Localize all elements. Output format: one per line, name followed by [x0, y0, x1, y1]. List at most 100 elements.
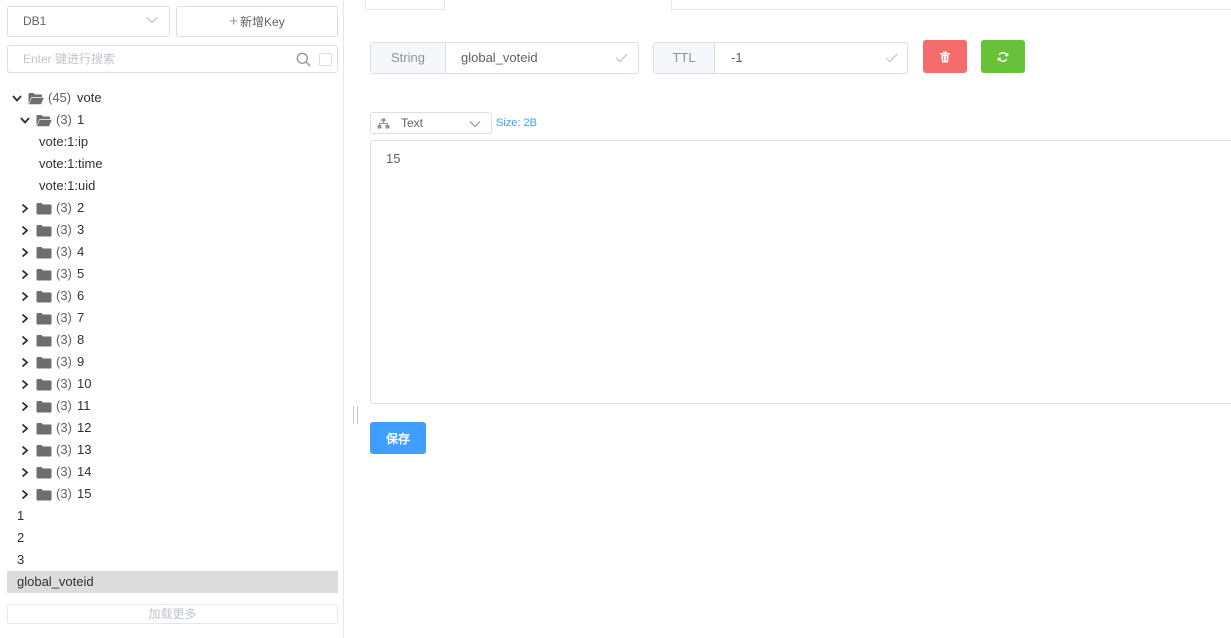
tree-folder-count: (3) [56, 442, 72, 457]
tree-folder-row[interactable]: (3) 9 [7, 351, 338, 373]
tree-folder-count: (3) [56, 354, 72, 369]
caret-down-icon[interactable] [12, 94, 22, 103]
tree-folder-row[interactable]: (3) 10 [7, 373, 338, 395]
folder-icon [36, 489, 52, 501]
tree-folder-count: (3) [56, 266, 72, 281]
tree-folder-count: (3) [56, 486, 72, 501]
load-more-button[interactable]: 加载更多 [7, 604, 338, 624]
search-icon[interactable] [296, 52, 311, 67]
tree-key-name: vote:1:uid [39, 178, 96, 193]
tree-folder-count: (3) [56, 222, 72, 237]
tree-folder-count: (3) [56, 332, 72, 347]
check-icon[interactable] [615, 53, 628, 63]
key-search-input[interactable] [8, 46, 288, 72]
tree-folder-row[interactable]: (3) 1 [7, 109, 338, 131]
value-editor[interactable]: 15 [370, 140, 1231, 404]
exact-search-checkbox[interactable] [319, 53, 332, 66]
folder-icon [36, 247, 52, 259]
tree-key-row[interactable]: vote:1:time [7, 153, 338, 175]
tree-key-row[interactable]: vote:1:uid [7, 175, 338, 197]
folder-icon [36, 423, 52, 435]
tree-folder-name: 1 [77, 112, 85, 127]
chevron-down-icon [146, 17, 158, 24]
redis-client-app: DB1 + 新增Key (45) vote (3) 1 vote:1:ip vote:1:… [0, 0, 1231, 638]
value-size-label: Size: 2B [496, 117, 537, 129]
folder-icon [36, 379, 52, 391]
tree-folder-row[interactable]: (3) 8 [7, 329, 338, 351]
db-select-value: DB1 [23, 14, 47, 28]
folder-icon [36, 225, 52, 237]
check-icon[interactable] [885, 53, 898, 63]
tree-key-row[interactable]: 3 [7, 549, 338, 571]
caret-right-icon[interactable] [20, 380, 30, 389]
view-format-select[interactable]: Text [370, 112, 492, 134]
ttl-label: TTL [654, 43, 715, 73]
refresh-key-button[interactable] [981, 40, 1025, 73]
caret-right-icon[interactable] [20, 204, 30, 213]
tree-key-name: 2 [17, 530, 25, 545]
caret-right-icon[interactable] [20, 446, 30, 455]
tree-folder-count: (3) [56, 398, 72, 413]
caret-right-icon[interactable] [20, 270, 30, 279]
tree-folder-row[interactable]: (3) 11 [7, 395, 338, 417]
key-name-input[interactable]: global_voteid [461, 43, 538, 73]
tree-folder-name: 10 [77, 376, 92, 391]
caret-down-icon[interactable] [20, 116, 30, 125]
new-key-button[interactable]: + 新增Key [176, 6, 338, 37]
tree-key-row[interactable]: 2 [7, 527, 338, 549]
caret-right-icon[interactable] [20, 402, 30, 411]
tree-folder-name: 2 [77, 200, 85, 215]
folder-open-icon [28, 93, 44, 105]
tree-folder-row[interactable]: (3) 4 [7, 241, 338, 263]
tree-key-row[interactable]: vote:1:ip [7, 131, 338, 153]
tree-folder-count: (3) [56, 420, 72, 435]
caret-right-icon[interactable] [20, 336, 30, 345]
key-type-label: String [371, 43, 446, 73]
tree-folder-row[interactable]: (3) 2 [7, 197, 338, 219]
tree-folder-name: 5 [77, 266, 85, 281]
tree-folder-count: (3) [56, 200, 72, 215]
tree-folder-name: 11 [77, 398, 91, 413]
save-button[interactable]: 保存 [370, 422, 426, 454]
tree-folder-row[interactable]: (3) 7 [7, 307, 338, 329]
tree-folder-count: (3) [56, 464, 72, 479]
caret-right-icon[interactable] [20, 292, 30, 301]
tree-folder-row[interactable]: (3) 13 [7, 439, 338, 461]
trash-icon [940, 51, 950, 63]
pane-resize-handle[interactable] [353, 406, 358, 424]
tree-folder-row[interactable]: (3) 14 [7, 461, 338, 483]
tree-folder-name: 8 [77, 332, 85, 347]
caret-right-icon[interactable] [20, 226, 30, 235]
ttl-input[interactable]: -1 [731, 43, 743, 73]
tree-key-row[interactable]: 1 [7, 505, 338, 527]
delete-key-button[interactable] [923, 40, 967, 73]
tree-folder-row[interactable]: (3) 15 [7, 483, 338, 505]
caret-right-icon[interactable] [20, 314, 30, 323]
tree-folder-row[interactable]: (3) 12 [7, 417, 338, 439]
caret-right-icon[interactable] [20, 424, 30, 433]
tree-folder-name: 9 [77, 354, 85, 369]
tree-folder-row[interactable]: (45) vote [7, 87, 338, 109]
tree-folder-name: 13 [77, 442, 92, 457]
refresh-icon [997, 52, 1009, 62]
folder-icon [36, 203, 52, 215]
tree-key-row[interactable]: global_voteid [7, 571, 338, 593]
tree-folder-row[interactable]: (3) 5 [7, 263, 338, 285]
tab-left[interactable] [365, 0, 445, 10]
tab-active[interactable] [445, 0, 672, 11]
folder-icon [36, 357, 52, 369]
tree-folder-row[interactable]: (3) 6 [7, 285, 338, 307]
db-select[interactable]: DB1 [7, 6, 170, 37]
caret-right-icon[interactable] [20, 490, 30, 499]
tree-folder-count: (3) [56, 376, 72, 391]
plus-icon: + [229, 13, 239, 30]
caret-right-icon[interactable] [20, 248, 30, 257]
tree-key-name: 3 [17, 552, 25, 567]
tree-folder-count: (3) [56, 112, 72, 127]
new-key-label: 新增Key [240, 15, 285, 29]
tree-key-name: vote:1:ip [39, 134, 89, 149]
tree-folder-row[interactable]: (3) 3 [7, 219, 338, 241]
folder-icon [36, 335, 52, 347]
caret-right-icon[interactable] [20, 468, 30, 477]
caret-right-icon[interactable] [20, 358, 30, 367]
